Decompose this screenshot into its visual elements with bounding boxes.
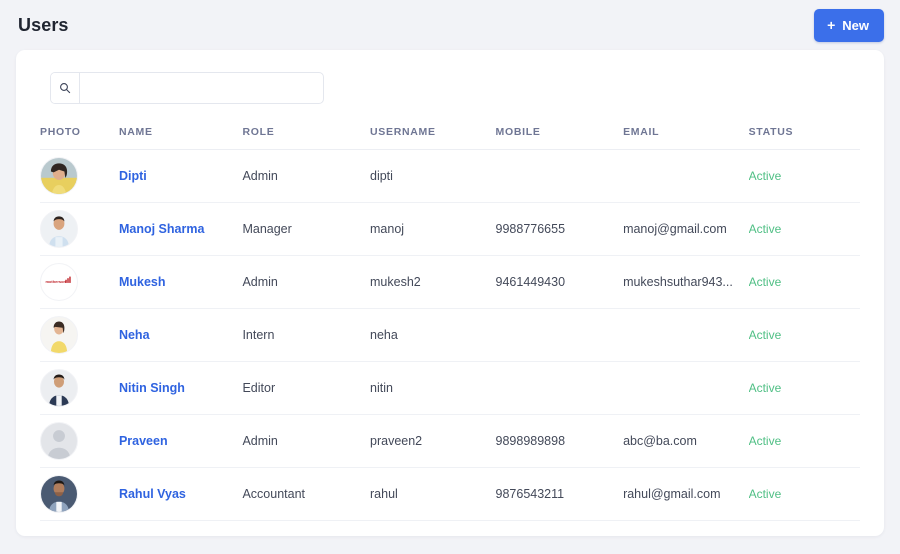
cell-email xyxy=(623,149,749,203)
cell-mobile xyxy=(495,149,624,203)
search-box[interactable] xyxy=(50,72,324,104)
cell-mobile: 9461449430 xyxy=(495,255,624,309)
table-row[interactable]: Praveen Admin praveen2 9898989898 abc@ba.com… xyxy=(40,414,860,468)
cell-status: Active xyxy=(748,202,860,256)
new-button[interactable]: + New xyxy=(814,8,884,42)
cell-email: mukeshsuthar943... xyxy=(623,255,749,309)
table-body: Dipti Admin dipti Active Manoj Sharma Manager… xyxy=(40,149,860,521)
cell-email: manoj@gmail.com xyxy=(623,202,749,256)
users-table: PHOTO NAME ROLE USERNAME MOBILE EMAIL ST… xyxy=(40,126,860,521)
cell-role: Manager xyxy=(242,202,370,256)
cell-name: Rahul Vyas xyxy=(118,467,243,521)
cell-photo xyxy=(40,149,119,203)
cell-status: Active xyxy=(748,361,860,415)
column-header-email: EMAIL xyxy=(623,126,749,150)
plus-icon: + xyxy=(827,17,836,33)
svg-text:motherson: motherson xyxy=(46,279,67,284)
cell-role: Admin xyxy=(242,255,370,309)
user-name-link[interactable]: Praveen xyxy=(119,434,168,448)
status-badge: Active xyxy=(748,169,782,183)
cell-mobile: 9898989898 xyxy=(495,414,624,468)
cell-mobile: 9876543211 xyxy=(495,467,624,521)
cell-username: dipti xyxy=(370,149,496,203)
cell-username: nitin xyxy=(370,361,496,415)
avatar-photo-rahul xyxy=(40,475,78,513)
status-badge: Active xyxy=(748,275,782,289)
user-name-link[interactable]: Nitin Singh xyxy=(119,381,185,395)
avatar-photo-nitin xyxy=(40,369,78,407)
cell-role: Editor xyxy=(242,361,370,415)
user-name-link[interactable]: Dipti xyxy=(119,169,147,183)
cell-mobile xyxy=(495,361,624,415)
cell-email xyxy=(623,308,749,362)
cell-email xyxy=(623,361,749,415)
search-icon xyxy=(51,73,80,103)
table-row[interactable]: Rahul Vyas Accountant rahul 9876543211 rahul… xyxy=(40,467,860,521)
cell-mobile xyxy=(495,308,624,362)
cell-photo: motherson xyxy=(40,255,119,309)
table-row[interactable]: Neha Intern neha Active xyxy=(40,308,860,362)
column-header-photo: PHOTO xyxy=(40,126,119,150)
cell-username: mukesh2 xyxy=(370,255,496,309)
status-badge: Active xyxy=(748,381,782,395)
user-name-link[interactable]: Neha xyxy=(119,328,150,342)
avatar-photo-neha xyxy=(40,316,78,354)
user-name-link[interactable]: Rahul Vyas xyxy=(119,487,186,501)
cell-status: Active xyxy=(748,414,860,468)
page-title: Users xyxy=(18,14,69,35)
status-badge: Active xyxy=(748,487,782,501)
new-button-label: New xyxy=(842,17,869,33)
user-name-link[interactable]: Manoj Sharma xyxy=(119,222,204,236)
page-header: Users + New xyxy=(0,0,900,50)
cell-email: rahul@gmail.com xyxy=(623,467,749,521)
cell-status: Active xyxy=(748,255,860,309)
column-header-status: STATUS xyxy=(748,126,860,150)
status-badge: Active xyxy=(748,328,782,342)
users-card: PHOTO NAME ROLE USERNAME MOBILE EMAIL ST… xyxy=(16,50,884,536)
cell-photo xyxy=(40,361,119,415)
cell-name: Manoj Sharma xyxy=(118,202,243,256)
cell-username: manoj xyxy=(370,202,496,256)
cell-photo xyxy=(40,202,119,256)
status-badge: Active xyxy=(748,434,782,448)
cell-name: Praveen xyxy=(118,414,243,468)
avatar-photo-manoj xyxy=(40,210,78,248)
cell-mobile: 9988776655 xyxy=(495,202,624,256)
column-header-mobile: MOBILE xyxy=(495,126,624,150)
table-row[interactable]: Manoj Sharma Manager manoj 9988776655 manoj@… xyxy=(40,202,860,256)
cell-photo xyxy=(40,308,119,362)
column-header-role: ROLE xyxy=(242,126,370,150)
user-name-link[interactable]: Mukesh xyxy=(119,275,166,289)
table-row[interactable]: motherson Mukesh Admin mukesh2 9461449430 muk… xyxy=(40,255,860,309)
cell-role: Admin xyxy=(242,414,370,468)
cell-name: Neha xyxy=(118,308,243,362)
cell-status: Active xyxy=(748,149,860,203)
table-row[interactable]: Dipti Admin dipti Active xyxy=(40,149,860,203)
cell-status: Active xyxy=(748,467,860,521)
cell-photo xyxy=(40,414,119,468)
cell-username: neha xyxy=(370,308,496,362)
cell-username: rahul xyxy=(370,467,496,521)
table-header-row: PHOTO NAME ROLE USERNAME MOBILE EMAIL ST… xyxy=(40,126,860,150)
cell-role: Admin xyxy=(242,149,370,203)
cell-name: Dipti xyxy=(118,149,243,203)
cell-name: Mukesh xyxy=(118,255,243,309)
status-badge: Active xyxy=(748,222,782,236)
column-header-name: NAME xyxy=(118,126,243,150)
column-header-username: USERNAME xyxy=(370,126,496,150)
table-row[interactable]: Nitin Singh Editor nitin Active xyxy=(40,361,860,415)
cell-status: Active xyxy=(748,308,860,362)
search-input[interactable] xyxy=(80,73,323,103)
cell-email: abc@ba.com xyxy=(623,414,749,468)
cell-name: Nitin Singh xyxy=(118,361,243,415)
cell-photo xyxy=(40,467,119,521)
cell-role: Accountant xyxy=(242,467,370,521)
avatar-photo-dipti xyxy=(40,157,78,195)
cell-username: praveen2 xyxy=(370,414,496,468)
cell-role: Intern xyxy=(242,308,370,362)
avatar-placeholder-praveen xyxy=(40,422,78,460)
avatar-logo-motherson: motherson xyxy=(40,263,78,301)
